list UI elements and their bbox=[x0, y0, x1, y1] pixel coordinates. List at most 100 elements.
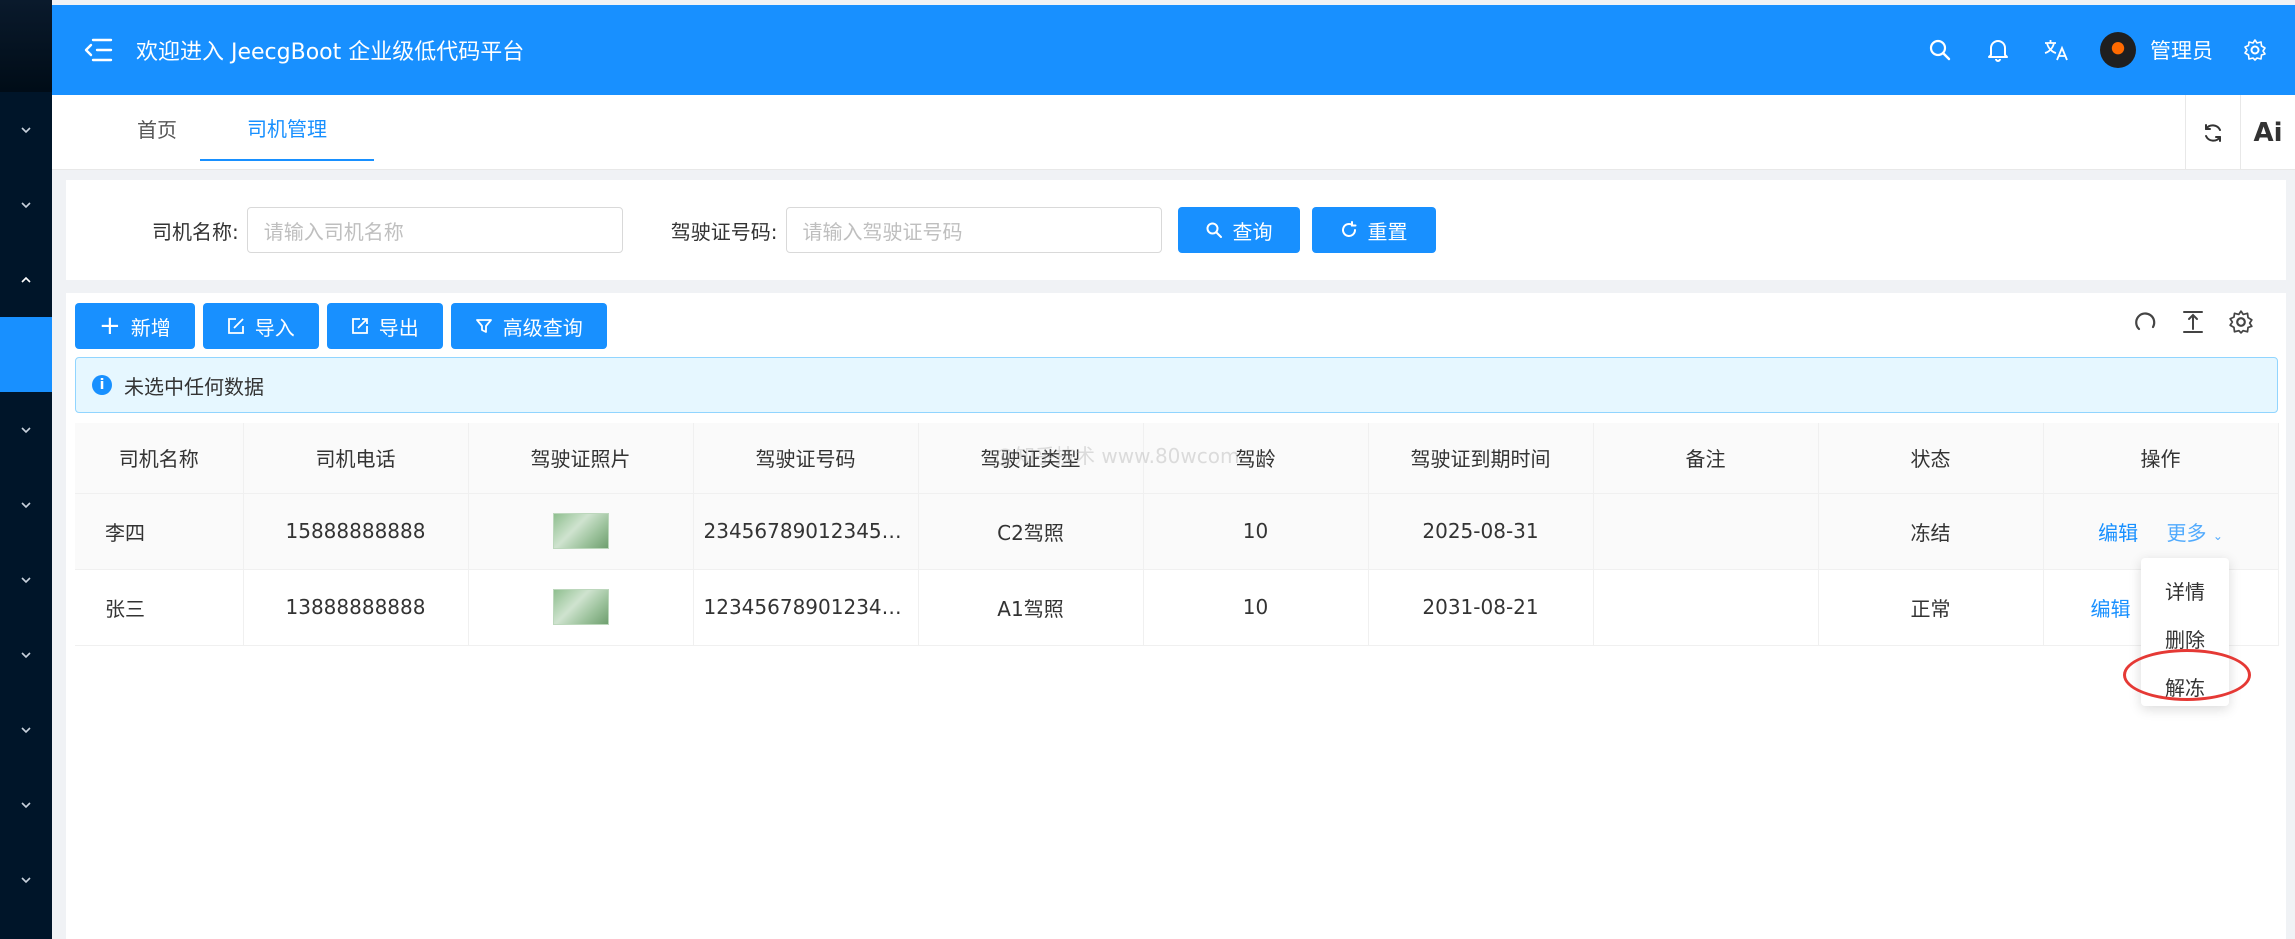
settings-button[interactable] bbox=[2233, 28, 2277, 72]
import-icon bbox=[227, 318, 244, 334]
tab-driver-management[interactable]: 司机管理 bbox=[200, 95, 374, 161]
cell-license-photo bbox=[468, 493, 694, 570]
table-refresh-button[interactable] bbox=[2130, 307, 2160, 337]
sidebar-item-10[interactable] bbox=[0, 767, 52, 842]
cell-driving-years: 10 bbox=[1143, 493, 1369, 570]
sidebar-item-7[interactable] bbox=[0, 542, 52, 617]
cell-license-expire: 2031-08-21 bbox=[1368, 569, 1594, 646]
advanced-query-button[interactable]: 高级查询 bbox=[450, 303, 607, 349]
gear-icon bbox=[2244, 39, 2266, 61]
export-button-label: 导出 bbox=[378, 315, 419, 340]
chevron-down-icon bbox=[21, 501, 31, 508]
refresh-tab-button[interactable] bbox=[2185, 95, 2240, 170]
license-no-input[interactable]: 请输入驾驶证号码 bbox=[785, 207, 1162, 253]
sidebar-item-active[interactable] bbox=[0, 317, 52, 392]
sidebar-item-11[interactable] bbox=[0, 842, 52, 917]
cell-driver-name: 张三 bbox=[75, 569, 244, 646]
chevron-down-icon bbox=[21, 426, 31, 433]
table-row[interactable]: 李四 15888888888 2345678901234567... C2驾照 … bbox=[75, 493, 2279, 570]
add-button[interactable]: + 新增 bbox=[75, 303, 195, 349]
driver-name-input[interactable]: 请输入司机名称 bbox=[246, 207, 623, 253]
tab-home[interactable]: 首页 bbox=[112, 95, 202, 161]
cell-status: 正常 bbox=[1818, 569, 2044, 646]
plus-icon: + bbox=[99, 311, 121, 341]
sidebar-item-9[interactable] bbox=[0, 692, 52, 767]
edit-link[interactable]: 编辑 bbox=[2098, 521, 2138, 545]
col-license-no[interactable]: 驾驶证号码 bbox=[693, 423, 919, 494]
table-toolbar: + 新增 导入 导出 高级查询 bbox=[75, 303, 607, 349]
cell-remark bbox=[1593, 493, 1819, 570]
app-title: 欢迎进入 JeecgBoot 企业级低代码平台 bbox=[136, 40, 525, 65]
driver-name-label: 司机名称: bbox=[152, 219, 239, 244]
menu-fold-button[interactable] bbox=[80, 32, 116, 68]
avatar[interactable] bbox=[2100, 32, 2136, 68]
column-height-button[interactable] bbox=[2178, 307, 2208, 337]
col-license-photo[interactable]: 驾驶证照片 bbox=[468, 423, 694, 494]
sidebar-item-6[interactable] bbox=[0, 467, 52, 542]
cell-driver-name: 李四 bbox=[75, 493, 244, 570]
redo-icon bbox=[2135, 312, 2156, 331]
chevron-up-icon bbox=[21, 276, 31, 283]
app-root: 欢迎进入 JeecgBoot 企业级低代码平台 管理员 首页 司机管理 Ai 司… bbox=[0, 0, 2295, 939]
edit-link[interactable]: 编辑 bbox=[2091, 597, 2131, 621]
sidebar-item-8[interactable] bbox=[0, 617, 52, 692]
cell-license-no: 1234567890123456... bbox=[693, 569, 919, 646]
more-dropdown-trigger[interactable]: 更多 ⌄ bbox=[2166, 521, 2222, 545]
chevron-down-icon bbox=[21, 201, 31, 208]
chevron-down-icon bbox=[21, 651, 31, 658]
selection-alert-text: 未选中任何数据 bbox=[124, 374, 264, 399]
cell-driver-phone: 13888888888 bbox=[243, 569, 469, 646]
table-row[interactable]: 张三 13888888888 1234567890123456... A1驾照 … bbox=[75, 569, 2279, 646]
info-icon: i bbox=[92, 375, 112, 395]
ai-button[interactable]: Ai bbox=[2240, 95, 2295, 170]
sidebar-logo-area bbox=[0, 0, 52, 92]
chevron-down-icon bbox=[21, 576, 31, 583]
search-icon bbox=[1929, 39, 1951, 61]
dropdown-item-detail[interactable]: 详情 bbox=[2141, 566, 2229, 614]
search-panel: 司机名称: 请输入司机名称 驾驶证号码: 请输入驾驶证号码 查询 重置 bbox=[66, 180, 2286, 280]
sidebar-item-5[interactable] bbox=[0, 392, 52, 467]
cell-license-type: C2驾照 bbox=[918, 493, 1144, 570]
col-remark[interactable]: 备注 bbox=[1593, 423, 1819, 494]
advanced-query-button-label: 高级查询 bbox=[502, 315, 583, 340]
col-driver-phone[interactable]: 司机电话 bbox=[243, 423, 469, 494]
column-settings-button[interactable] bbox=[2226, 307, 2256, 337]
col-status[interactable]: 状态 bbox=[1818, 423, 2044, 494]
add-button-label: 新增 bbox=[130, 315, 171, 340]
highlight-annotation bbox=[2123, 649, 2251, 701]
search-button[interactable] bbox=[1918, 28, 1962, 72]
sidebar-item-3[interactable] bbox=[0, 242, 52, 317]
chevron-down-icon: ⌄ bbox=[2212, 528, 2223, 543]
export-icon bbox=[351, 318, 368, 334]
import-button-label: 导入 bbox=[254, 315, 295, 340]
tabs-actions: Ai bbox=[2185, 95, 2295, 170]
query-button[interactable]: 查询 bbox=[1177, 207, 1300, 253]
col-license-expire[interactable]: 驾驶证到期时间 bbox=[1368, 423, 1594, 494]
sidebar bbox=[0, 0, 52, 939]
sidebar-item-1[interactable] bbox=[0, 92, 52, 167]
username[interactable]: 管理员 bbox=[2150, 35, 2213, 65]
col-driver-name[interactable]: 司机名称 bbox=[75, 423, 244, 494]
import-button[interactable]: 导入 bbox=[202, 303, 319, 349]
cell-status: 冻结 bbox=[1818, 493, 2044, 570]
chevron-down-icon bbox=[21, 726, 31, 733]
language-button[interactable] bbox=[2034, 28, 2078, 72]
column-height-icon bbox=[2183, 311, 2203, 333]
bell-icon bbox=[1988, 40, 2008, 62]
cell-driver-phone: 15888888888 bbox=[243, 493, 469, 570]
selection-alert: i 未选中任何数据 bbox=[75, 357, 2278, 413]
chevron-down-icon bbox=[21, 876, 31, 883]
watermark: @知乎技术 www.80wcom bbox=[995, 444, 1240, 468]
more-label: 更多 bbox=[2166, 520, 2207, 545]
export-button[interactable]: 导出 bbox=[326, 303, 443, 349]
license-photo-thumbnail[interactable] bbox=[552, 513, 609, 549]
col-actions: 操作 bbox=[2043, 423, 2279, 494]
reload-icon bbox=[1341, 221, 1356, 237]
sidebar-item-2[interactable] bbox=[0, 167, 52, 242]
reset-button-label: 重置 bbox=[1367, 219, 1408, 244]
reset-button[interactable]: 重置 bbox=[1311, 207, 1436, 253]
translate-icon bbox=[2044, 40, 2068, 61]
chevron-down-icon bbox=[21, 801, 31, 808]
notification-button[interactable] bbox=[1976, 28, 2020, 72]
license-photo-thumbnail[interactable] bbox=[552, 589, 609, 625]
